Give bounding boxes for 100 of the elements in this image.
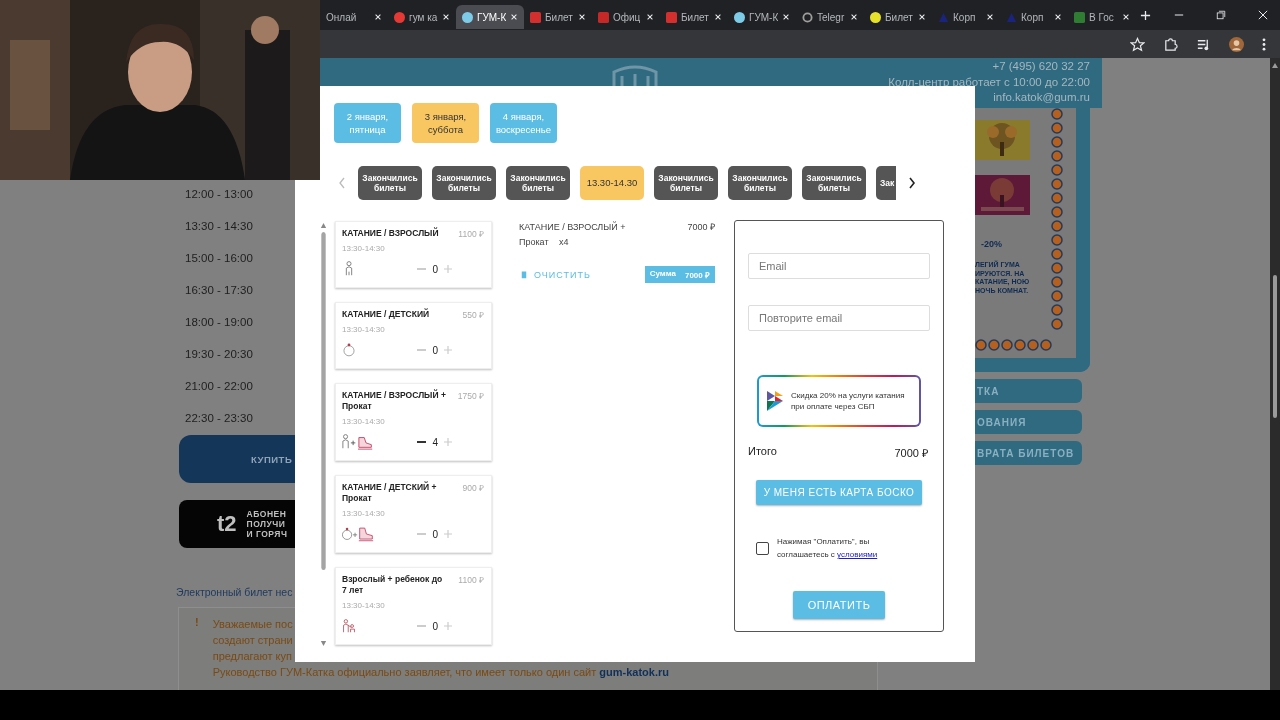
baby-icon xyxy=(342,342,356,358)
scrollbar[interactable] xyxy=(1270,58,1280,690)
ticket-price: 1750 ₽ xyxy=(457,390,484,401)
avatar-icon[interactable] xyxy=(1229,36,1244,52)
total-value: 7000 ₽ xyxy=(894,446,928,460)
circle-icon xyxy=(734,11,745,23)
session-slot[interactable]: Зак xyxy=(876,166,896,200)
close-icon[interactable] xyxy=(646,13,654,21)
checkbox[interactable] xyxy=(756,541,769,555)
cart-price: 7000 ₽ xyxy=(687,221,715,234)
ticket-count: 0 xyxy=(432,528,438,540)
browser-tab[interactable]: ГУМ-К xyxy=(728,5,796,29)
session-time: 12:00 - 13:00 xyxy=(184,187,253,202)
banner-text: И ГОРЯЧ xyxy=(246,529,288,539)
ticket-count: 0 xyxy=(432,263,438,275)
ticket-title: КАТАНИЕ / ДЕТСКИЙ xyxy=(342,309,431,320)
square-icon xyxy=(1074,11,1085,23)
ticket-time: 13:30-14:30 xyxy=(342,244,386,253)
close-icon[interactable] xyxy=(986,13,994,21)
triangle-icon xyxy=(938,11,949,23)
close-icon[interactable] xyxy=(782,13,790,21)
close-icon[interactable] xyxy=(374,13,382,21)
circle-icon xyxy=(394,11,405,23)
session-slot[interactable]: Закончились билеты xyxy=(358,166,422,200)
session-time: 18:00 - 19:00 xyxy=(184,315,253,330)
menu-icon[interactable] xyxy=(1262,36,1266,52)
close-icon[interactable] xyxy=(850,13,858,21)
triangle-icon xyxy=(1006,11,1017,23)
banner-text: ПОЛУЧИ xyxy=(246,519,287,529)
close-icon[interactable] xyxy=(578,13,586,21)
discount-text: -20% xyxy=(980,239,1002,249)
notice-text: Уважаемые пос xyxy=(212,617,293,632)
session-slot[interactable]: Закончились билеты xyxy=(728,166,792,200)
ticket-title: Взрослый + ребенок до 7 лет xyxy=(342,574,444,596)
notice-text: создают страни xyxy=(212,633,293,648)
browser-tab[interactable]: ГУМ-К xyxy=(456,5,524,29)
browser-tab[interactable]: гум ка xyxy=(388,5,456,29)
restore-icon[interactable] xyxy=(1216,10,1226,20)
session-slot[interactable]: Закончились билеты xyxy=(802,166,866,200)
browser-tab[interactable]: Офиц xyxy=(592,5,660,29)
browser-tab[interactable]: Билет xyxy=(864,5,932,29)
terms-link[interactable]: условиями xyxy=(837,550,878,559)
email-field[interactable]: Email xyxy=(748,253,930,279)
sum-label: Сумма xyxy=(649,269,676,280)
session-slot[interactable]: Закончились билеты xyxy=(432,166,496,200)
exclamation-mark: ! xyxy=(195,616,199,630)
close-icon[interactable] xyxy=(510,13,518,21)
ticket-count: 0 xyxy=(432,620,438,632)
session-time: 15:00 - 16:00 xyxy=(184,251,253,266)
session-slot[interactable]: 13.30-14.30 xyxy=(580,166,644,200)
close-icon[interactable] xyxy=(918,13,926,21)
t2-logo: t2 xyxy=(217,513,237,535)
close-icon[interactable] xyxy=(1258,10,1268,20)
banner-text: АБОНЕН xyxy=(246,509,288,519)
browser-tab[interactable]: Корп xyxy=(932,5,1000,29)
browser-tab[interactable]: Онлай xyxy=(320,5,388,29)
browser-tab[interactable]: Корп xyxy=(1000,5,1068,29)
session-slot[interactable]: Закончились билеты xyxy=(654,166,718,200)
close-icon[interactable] xyxy=(1054,13,1062,21)
cart-item: КАТАНИЕ / ВЗРОСЛЫЙ + Прокат x4 xyxy=(519,220,627,249)
email-address: info.katok@gum.ru xyxy=(993,90,1090,105)
ticket-price: 900 ₽ xyxy=(462,482,484,493)
plus-icon[interactable] xyxy=(1140,9,1151,21)
ticket-time: 13:30-14:30 xyxy=(342,325,386,334)
ticket-title: КАТАНИЕ / ВЗРОСЛЫЙ + Прокат xyxy=(342,390,447,412)
session-time: 13:30 - 14:30 xyxy=(184,219,253,234)
session-slot[interactable]: Закончились билеты xyxy=(506,166,570,200)
ticket-title: КАТАНИЕ / ВЗРОСЛЫЙ xyxy=(342,228,440,239)
ring-icon xyxy=(802,11,813,23)
session-time: 16:30 - 17:30 xyxy=(184,283,253,298)
browser-tab[interactable]: Билет xyxy=(660,5,728,29)
ticket-time: 13:30-14:30 xyxy=(342,509,386,518)
call-center-hours: Колл-центр работает с 10:00 до 22:00 xyxy=(888,74,1090,90)
sbp-logo-icon xyxy=(765,390,785,412)
browser-tab[interactable]: Билет xyxy=(524,5,592,29)
repeat-email-field[interactable]: Повторите email xyxy=(748,305,930,331)
promo-text: Скидка 20% на услуги катания при оплате через СБП xyxy=(791,390,906,412)
session-time: 21:00 - 22:00 xyxy=(184,379,253,394)
ticket-price: 550 ₽ xyxy=(462,309,484,320)
close-icon[interactable] xyxy=(714,13,722,21)
browser-tab[interactable]: В Гос xyxy=(1068,5,1136,29)
browser-tab[interactable]: Telegr xyxy=(796,5,864,29)
consent-text: Нажимая "Оплатить", вы соглашаетесь с условиями xyxy=(777,536,879,561)
baby-and-skate-icon xyxy=(342,526,374,542)
square-icon xyxy=(530,11,541,23)
circle-icon xyxy=(870,11,881,23)
ticket-count: 0 xyxy=(432,344,438,356)
puzzle-icon[interactable] xyxy=(1163,36,1178,52)
star-icon[interactable] xyxy=(1130,36,1145,52)
ticket-count: 4 xyxy=(432,436,438,448)
phone-number: +7 (495) 620 32 27 xyxy=(992,59,1090,74)
square-icon xyxy=(598,11,609,23)
person-and-skate-icon xyxy=(342,434,374,450)
chevron-right-icon[interactable] xyxy=(908,177,916,189)
close-icon[interactable] xyxy=(1122,13,1130,21)
ticket-title: КАТАНИЕ / ДЕТСКИЙ + Прокат xyxy=(342,482,438,504)
close-icon[interactable] xyxy=(442,13,450,21)
session-time: 22:30 - 23:30 xyxy=(184,411,253,426)
minus-button[interactable] xyxy=(417,441,427,443)
date-button[interactable]: 3 января, суббота xyxy=(412,103,479,143)
